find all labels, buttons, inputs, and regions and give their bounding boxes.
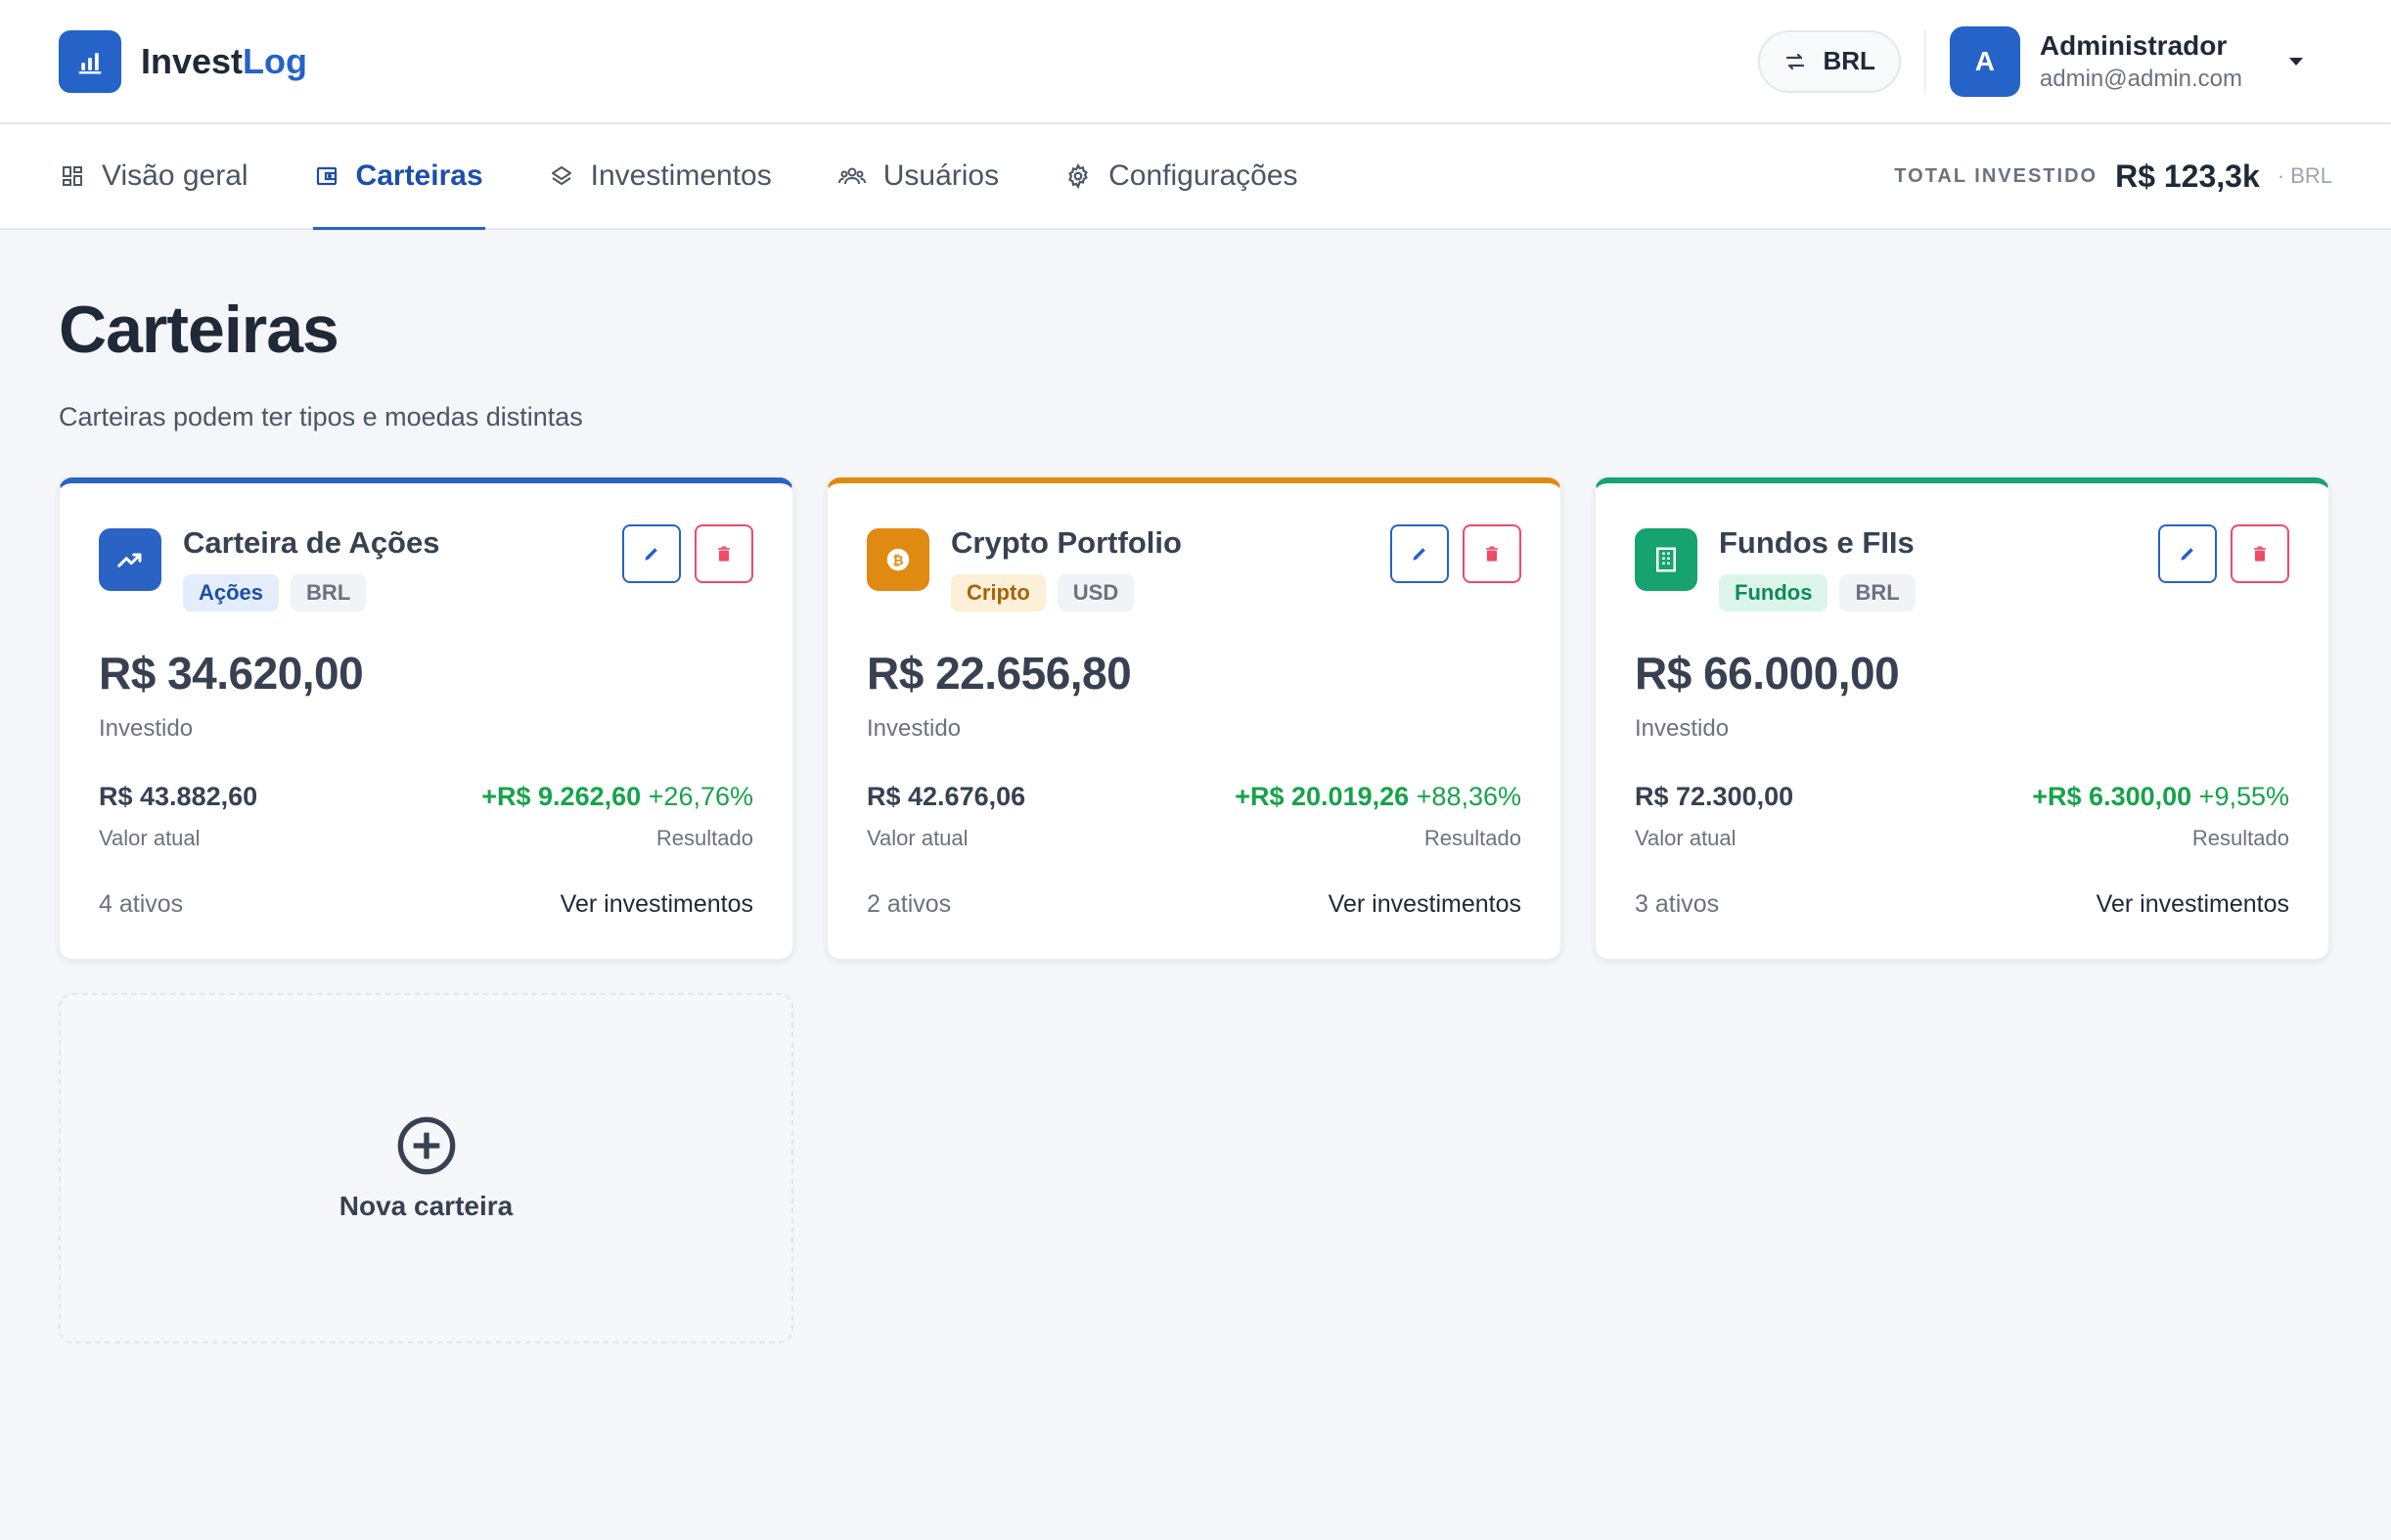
layers-icon — [551, 166, 571, 185]
current-value-label: Valor atual — [867, 826, 969, 851]
tab-label: Configurações — [1108, 159, 1298, 192]
dashboard-icon — [63, 166, 82, 186]
total-invested: TOTAL INVESTIDO R$ 123,3k · BRL — [1894, 124, 2332, 228]
wallet-name: Crypto Portfolio — [951, 525, 1182, 560]
wallet-card[interactable]: Fundos e FIIs Fundos BRL R$ 66.000,00 In… — [1595, 477, 2329, 960]
trash-icon — [2254, 546, 2266, 562]
tab-label: Investimentos — [590, 159, 772, 192]
divider — [1923, 29, 1926, 93]
trash-icon — [1486, 546, 1498, 562]
invested-amount: R$ 22.656,80 — [867, 648, 1132, 700]
gear-icon — [1068, 163, 1088, 189]
total-invested-label: TOTAL INVESTIDO — [1894, 164, 2098, 187]
wallet-name: Fundos e FIIs — [1719, 525, 1915, 560]
page-subtitle: Carteiras podem ter tipos e moedas disti… — [59, 402, 583, 431]
main-content: Carteiras Carteiras podem ter tipos e mo… — [0, 230, 2391, 1343]
current-value-label: Valor atual — [99, 826, 201, 851]
tab-label: Visão geral — [102, 159, 248, 192]
delete-button[interactable] — [1463, 524, 1521, 583]
brand-name: InvestLog — [141, 40, 308, 81]
wallet-card[interactable]: Carteira de Ações Ações BRL R$ 34.620,00 — [59, 477, 793, 960]
edit-button[interactable] — [622, 524, 681, 583]
type-badge: Fundos — [1719, 574, 1828, 612]
top-bar: InvestLog BRL A Administrador admin@admi… — [0, 0, 2391, 124]
result-value: +R$ 9.262,60 +26,76% — [481, 782, 753, 812]
wallet-card[interactable]: ₿ Crypto Portfolio Cripto USD R$ 22.656,… — [827, 477, 1561, 960]
main-nav: Visão geral Carteiras Investimentos Usuá… — [0, 124, 2391, 230]
result-value: +R$ 20.019,26 +88,36% — [1235, 782, 1521, 812]
result-label: Resultado — [655, 826, 753, 851]
bar-chart-icon — [59, 29, 121, 93]
type-badge: Cripto — [951, 574, 1046, 612]
wallet-icon — [316, 166, 337, 186]
swap-icon — [1786, 53, 1805, 69]
avatar: A — [1949, 25, 2020, 97]
delete-button[interactable] — [695, 524, 753, 583]
svg-text:₿: ₿ — [892, 553, 903, 568]
view-investments-link[interactable]: Ver investimentos — [1329, 890, 1521, 919]
result-percent: +26,76% — [648, 782, 753, 812]
result-value: +R$ 6.300,00 +9,55% — [2032, 782, 2289, 812]
user-email: admin@admin.com — [2039, 65, 2242, 92]
currency-badge: USD — [1057, 574, 1135, 612]
current-value: R$ 72.300,00 — [1635, 782, 1794, 812]
edit-button[interactable] — [2158, 524, 2217, 583]
currency-badge: BRL — [1839, 574, 1916, 612]
pencil-icon — [645, 548, 657, 561]
view-investments-link[interactable]: Ver investimentos — [561, 890, 753, 919]
tab-label: Carteiras — [355, 159, 483, 192]
user-name: Administrador — [2039, 29, 2228, 61]
tab-configuracoes[interactable]: Configurações — [1063, 124, 1299, 228]
assets-count: 2 ativos — [867, 890, 952, 919]
page-title: Carteiras — [59, 293, 339, 367]
delete-button[interactable] — [2231, 524, 2289, 583]
bitcoin-icon: ₿ — [867, 528, 929, 591]
trending-up-icon — [99, 528, 161, 591]
trash-icon — [718, 546, 730, 562]
wallet-grid: Carteira de Ações Ações BRL R$ 34.620,00 — [59, 477, 2332, 1343]
pencil-icon — [1413, 548, 1425, 561]
brand[interactable]: InvestLog — [59, 29, 308, 93]
result-label: Resultado — [2191, 826, 2289, 851]
building-icon — [1635, 528, 1697, 591]
currency-badge: BRL — [291, 574, 367, 612]
total-invested-currency: · BRL — [2277, 163, 2332, 188]
invested-amount: R$ 34.620,00 — [99, 648, 364, 700]
current-value: R$ 43.882,60 — [99, 782, 258, 812]
plus-circle-icon — [397, 1116, 455, 1175]
current-value-label: Valor atual — [1635, 826, 1737, 851]
users-icon — [837, 167, 866, 185]
tab-usuarios[interactable]: Usuários — [836, 124, 1001, 228]
invested-label: Investido — [1635, 715, 1730, 743]
result-percent: +9,55% — [2198, 782, 2289, 812]
assets-count: 3 ativos — [1635, 890, 1720, 919]
tab-carteiras[interactable]: Carteiras — [312, 124, 485, 230]
tab-investimentos[interactable]: Investimentos — [548, 124, 774, 228]
tab-visao-geral[interactable]: Visão geral — [59, 124, 250, 228]
currency-label: BRL — [1823, 46, 1875, 75]
invested-label: Investido — [99, 715, 194, 743]
view-investments-link[interactable]: Ver investimentos — [2097, 890, 2289, 919]
new-wallet-button[interactable]: Nova carteira — [59, 993, 793, 1343]
tab-label: Usuários — [882, 159, 1000, 192]
result-percent: +88,36% — [1416, 782, 1521, 812]
currency-switch-button[interactable]: BRL — [1758, 29, 1901, 93]
total-invested-value: R$ 123,3k — [2115, 158, 2260, 194]
invested-amount: R$ 66.000,00 — [1635, 648, 1900, 700]
wallet-name: Carteira de Ações — [183, 525, 440, 560]
type-badge: Ações — [183, 574, 280, 612]
pencil-icon — [2181, 548, 2193, 561]
user-menu[interactable]: A Administrador admin@admin.com — [1949, 25, 2332, 97]
chevron-down-icon[interactable] — [2289, 57, 2303, 66]
edit-button[interactable] — [1390, 524, 1449, 583]
result-label: Resultado — [1423, 826, 1521, 851]
assets-count: 4 ativos — [99, 890, 184, 919]
current-value: R$ 42.676,06 — [867, 782, 1026, 812]
invested-label: Investido — [867, 715, 962, 743]
new-wallet-label: Nova carteira — [338, 1191, 514, 1221]
